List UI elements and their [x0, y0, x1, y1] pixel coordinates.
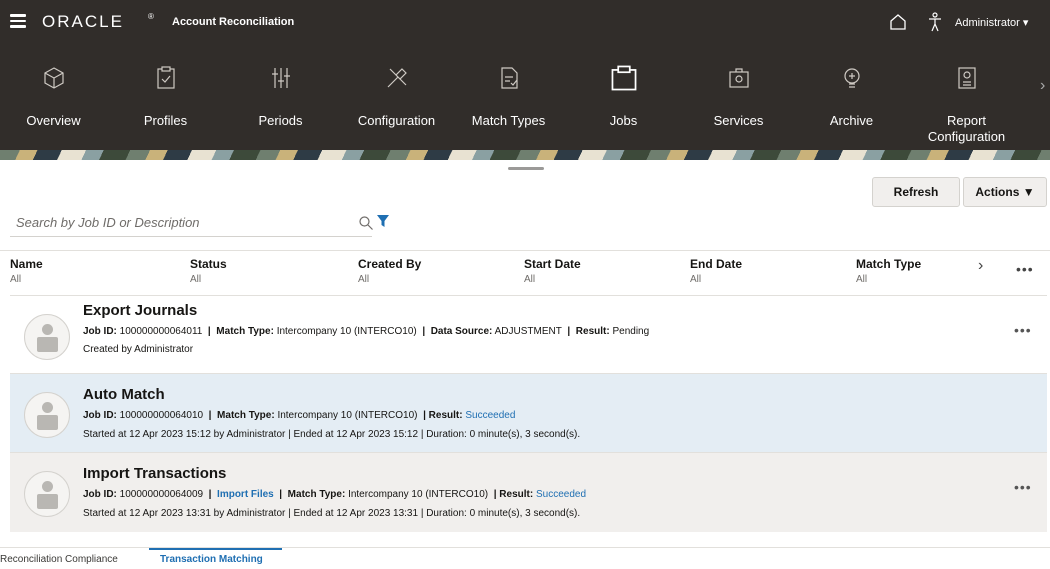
app-root: ORACLE ® Account Reconciliation Administ…: [0, 0, 1050, 569]
job-subtext: Created by Administrator: [83, 344, 194, 355]
import-files-link[interactable]: Import Files: [217, 489, 274, 500]
column-header-status[interactable]: Status All: [190, 257, 227, 285]
nav-scroll-right-icon[interactable]: ›: [1040, 77, 1045, 95]
app-title: Account Reconciliation: [172, 16, 295, 28]
global-header: ORACLE ® Account Reconciliation Administ…: [0, 0, 1050, 160]
bottom-tab-bar: Reconciliation Compliance Transaction Ma…: [0, 547, 1050, 569]
row-actions-icon[interactable]: •••: [1014, 479, 1032, 495]
configuration-icon: [387, 68, 407, 88]
column-name-label: Name: [10, 257, 43, 271]
avatar-icon: [24, 471, 70, 517]
brand-bar: ORACLE ® Account Reconciliation Administ…: [0, 0, 1050, 45]
nav-item-overview[interactable]: Overview: [1, 45, 106, 150]
nav-label-periods: Periods: [258, 113, 303, 128]
filter-icon[interactable]: [376, 214, 390, 228]
nav-label-overview: Overview: [26, 113, 81, 128]
job-subtext: Started at 12 Apr 2023 15:12 by Administ…: [83, 429, 581, 440]
nav-item-archive[interactable]: Archive: [799, 45, 904, 150]
column-filter-value[interactable]: All: [190, 274, 227, 285]
trademark-mark: ®: [148, 12, 154, 21]
collapse-grip-handle[interactable]: [508, 167, 544, 170]
nav-item-jobs[interactable]: Jobs: [571, 45, 676, 150]
profiles-icon: [156, 66, 175, 89]
column-header-start-date[interactable]: Start Date All: [524, 257, 581, 285]
navigation-bar: Overview Profiles Periods Configuration …: [0, 45, 1050, 150]
avatar-icon: [24, 392, 70, 438]
nav-item-services[interactable]: Services: [686, 45, 791, 150]
actions-menu-button[interactable]: Actions ▼: [963, 177, 1047, 207]
job-row-import-transactions[interactable]: Import Transactions Job ID: 100000000064…: [10, 452, 1047, 532]
nav-item-match-types[interactable]: Match Types: [456, 45, 561, 150]
nav-label-archive: Archive: [829, 113, 874, 128]
row-actions-icon[interactable]: •••: [1014, 322, 1032, 338]
column-filter-value[interactable]: All: [690, 274, 742, 285]
nav-label-jobs: Jobs: [609, 113, 638, 128]
job-row-auto-match[interactable]: Auto Match Job ID: 100000000064010 | Mat…: [10, 373, 1047, 452]
column-filter-value[interactable]: All: [10, 274, 43, 285]
oracle-logo: ORACLE: [42, 12, 124, 31]
match-types-icon: [500, 67, 518, 89]
decorative-banner: [0, 150, 1050, 160]
periods-icon: [271, 68, 290, 88]
nav-label-profiles: Profiles: [143, 113, 188, 128]
search-icon[interactable]: [358, 215, 374, 231]
nav-label-services: Services: [713, 113, 764, 128]
nav-label-match-types: Match Types: [471, 113, 546, 128]
avatar-icon: [24, 314, 70, 360]
job-result: Succeeded: [465, 410, 516, 421]
column-header-end-date[interactable]: End Date All: [690, 257, 742, 285]
column-options-icon[interactable]: •••: [1016, 261, 1034, 277]
search-input[interactable]: [16, 215, 336, 230]
job-result: Pending: [612, 326, 650, 337]
job-meta: Job ID: 100000000064009 | Import Files |…: [83, 489, 587, 500]
column-header-name[interactable]: Name All: [10, 257, 43, 285]
nav-item-report-configuration[interactable]: Report Configuration: [914, 45, 1019, 150]
column-header-row: Name All Status All Created By All Start…: [0, 250, 1050, 295]
search-box: [10, 209, 374, 237]
active-tab-indicator: [149, 548, 282, 550]
job-meta: Job ID: 100000000064011 | Match Type: In…: [83, 326, 650, 337]
home-icon[interactable]: [889, 13, 907, 31]
job-subtext: Started at 12 Apr 2023 13:31 by Administ…: [83, 508, 581, 519]
accessibility-icon[interactable]: [927, 12, 943, 32]
refresh-button[interactable]: Refresh: [872, 177, 960, 207]
column-name-label: Match Type: [856, 257, 922, 271]
column-name-label: Status: [190, 257, 227, 271]
hamburger-menu-icon[interactable]: [10, 14, 26, 28]
job-result: Succeeded: [535, 489, 587, 500]
next-columns-icon[interactable]: ›: [978, 257, 983, 275]
column-name-label: Start Date: [524, 257, 581, 271]
report-configuration-icon: [957, 67, 976, 89]
archive-icon: [843, 68, 860, 88]
job-title: Auto Match: [83, 386, 165, 403]
job-meta: Job ID: 100000000064010 | Match Type: In…: [83, 410, 516, 421]
tab-reconciliation-compliance[interactable]: Reconciliation Compliance: [0, 554, 118, 565]
nav-item-periods[interactable]: Periods: [228, 45, 333, 150]
nav-item-profiles[interactable]: Profiles: [113, 45, 218, 150]
column-name-label: Created By: [358, 257, 422, 271]
column-filter-value[interactable]: All: [358, 274, 421, 285]
nav-label-configuration: Configuration: [357, 113, 436, 128]
column-filter-value[interactable]: All: [524, 274, 581, 285]
jobs-icon: [611, 65, 636, 91]
tab-transaction-matching[interactable]: Transaction Matching: [160, 554, 263, 565]
job-row-export-journals[interactable]: Export Journals Job ID: 100000000064011 …: [10, 295, 1047, 373]
job-title: Import Transactions: [83, 465, 227, 482]
services-icon: [728, 68, 749, 88]
column-name-label: End Date: [690, 257, 743, 271]
user-menu[interactable]: Administrator ▾: [955, 16, 1028, 29]
overview-icon: [43, 67, 64, 89]
job-title: Export Journals: [83, 302, 198, 319]
nav-label-report-configuration: Report Configuration: [927, 113, 1006, 144]
column-header-created-by[interactable]: Created By All: [358, 257, 421, 285]
column-header-match-type[interactable]: Match Type All: [856, 257, 921, 285]
nav-item-configuration[interactable]: Configuration: [344, 45, 449, 150]
column-filter-value[interactable]: All: [856, 274, 921, 285]
